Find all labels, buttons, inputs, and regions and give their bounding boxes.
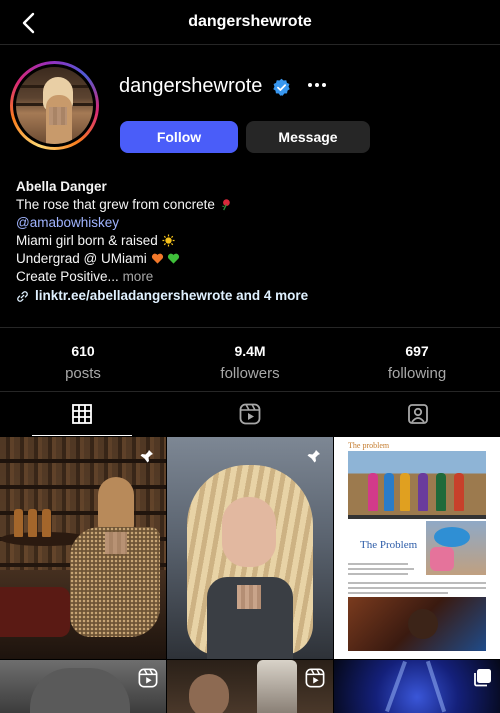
- pin-icon: [140, 447, 153, 463]
- bio-line-1: The rose that grew from concrete: [16, 197, 215, 212]
- page-title: dangershewrote: [188, 13, 312, 30]
- pin-icon: [307, 447, 320, 463]
- tagged-user-icon: [408, 404, 428, 424]
- green-heart-icon: [168, 253, 180, 264]
- bio-line-3: Miami girl born & raised: [16, 233, 158, 248]
- post-title-text: The Problem: [360, 539, 418, 551]
- grid-post[interactable]: [0, 660, 166, 713]
- sun-emoji-icon: [162, 234, 175, 247]
- grid-post[interactable]: The problem The Problem: [334, 437, 500, 659]
- reels-icon: [239, 403, 261, 425]
- divider: [0, 327, 500, 328]
- bio-link-text: linktr.ee/abelladangershewrote and 4 mor…: [35, 288, 309, 303]
- avatar: [16, 67, 93, 144]
- profile-username: dangershewrote: [119, 75, 263, 97]
- stat-followers[interactable]: 9.4M followers: [170, 343, 330, 382]
- stat-following[interactable]: 697 following: [337, 343, 497, 382]
- grid-post[interactable]: [334, 660, 500, 713]
- grid-post[interactable]: [0, 437, 166, 659]
- grid-post[interactable]: [167, 437, 333, 659]
- grid-icon: [72, 403, 92, 424]
- post-header-text: The problem: [348, 441, 390, 450]
- grid-post[interactable]: [167, 660, 333, 713]
- more-dots-icon: [308, 83, 312, 87]
- profile-full-name: Abella Danger: [16, 179, 107, 194]
- tab-tagged[interactable]: [368, 392, 468, 436]
- follow-button[interactable]: Follow: [120, 121, 238, 153]
- profile-tabs: [0, 392, 500, 436]
- bio-more-link[interactable]: more: [123, 269, 154, 284]
- bio-line-4: Undergrad @ UMiami: [16, 251, 147, 266]
- orange-heart-icon: [151, 253, 163, 264]
- bio-external-link[interactable]: linktr.ee/abelladangershewrote and 4 mor…: [16, 287, 486, 305]
- stat-followers-value: 9.4M: [234, 343, 266, 359]
- reel-icon: [305, 668, 325, 688]
- link-icon: [17, 290, 28, 302]
- stat-following-value: 697: [405, 343, 429, 359]
- stat-following-label: following: [387, 365, 447, 382]
- verified-badge-icon: [273, 78, 290, 96]
- stat-posts-value: 610: [71, 343, 95, 359]
- multi-image-icon: [474, 669, 491, 687]
- rose-emoji-icon: [221, 199, 230, 211]
- top-bar: dangershewrote: [0, 0, 500, 45]
- stat-posts-label: posts: [65, 365, 101, 382]
- bio-line-5: Create Positive...: [16, 269, 119, 284]
- profile-avatar-ring[interactable]: [10, 61, 99, 150]
- stat-posts[interactable]: 610 posts: [3, 343, 163, 382]
- bio-mention-link[interactable]: @amabowhiskey: [16, 214, 486, 232]
- tab-posts-grid[interactable]: [32, 392, 132, 436]
- more-options-button[interactable]: [304, 75, 330, 95]
- message-button[interactable]: Message: [246, 121, 370, 153]
- reel-icon: [138, 668, 158, 688]
- stat-followers-label: followers: [220, 365, 280, 382]
- tab-reels[interactable]: [200, 392, 300, 436]
- profile-bio: Abella Danger The rose that grew from co…: [16, 178, 486, 305]
